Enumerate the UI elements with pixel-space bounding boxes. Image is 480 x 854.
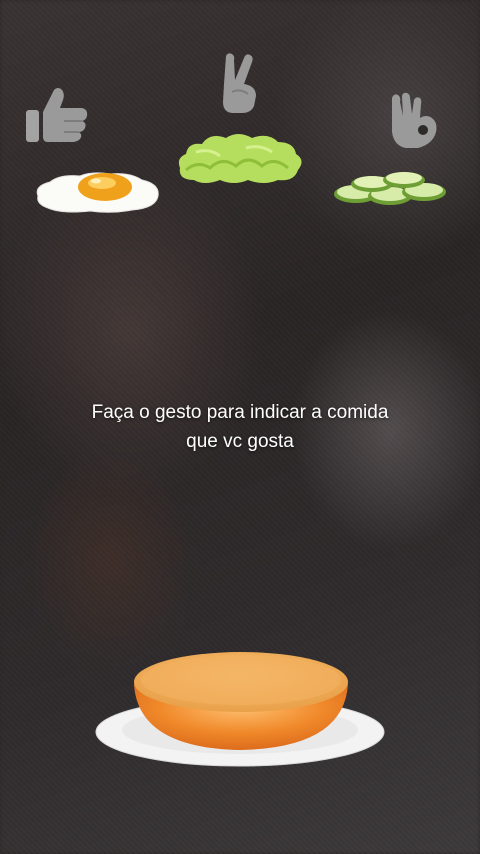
instruction-line-2: que vc gosta: [186, 431, 294, 452]
fried-egg-icon: [36, 172, 159, 213]
lettuce-icon: [178, 134, 302, 183]
instruction-line-1: Faça o gesto para indicar a comida: [91, 402, 389, 423]
peace-sign-icon: [223, 53, 256, 113]
bowl-on-plate: [92, 640, 388, 770]
cucumber-slices-icon: [334, 172, 446, 205]
thumbs-up-icon: [26, 88, 88, 142]
instruction-text: Faça o gesto para indicar a comida que v…: [0, 398, 480, 456]
orange-bowl-icon: [95, 652, 385, 767]
ok-hand-icon: [392, 92, 437, 148]
